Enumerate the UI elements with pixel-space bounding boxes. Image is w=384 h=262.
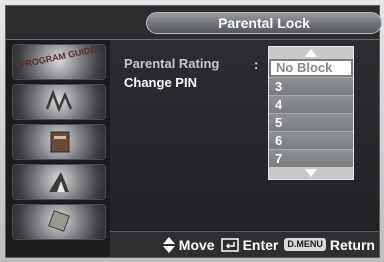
menu-item-parental-rating[interactable]: Parental Rating	[124, 56, 219, 71]
move-label: Move	[178, 236, 215, 253]
return-hint: D.MENU Return	[284, 237, 375, 253]
tv-osd-screen: Parental Lock PROGRAM GUIDE Parental Rat…	[0, 0, 384, 262]
return-label: Return	[329, 236, 375, 253]
chip-icon[interactable]	[12, 204, 106, 240]
enter-hint: Enter	[220, 236, 279, 253]
program-guide-icon[interactable]: PROGRAM GUIDE	[12, 44, 106, 80]
program-guide-tile-text: PROGRAM GUIDE	[19, 47, 97, 70]
rating-option-selected[interactable]: No Block	[269, 59, 353, 77]
picture-icon[interactable]	[12, 164, 106, 200]
rating-option[interactable]: 4	[269, 95, 353, 113]
page-title: Parental Lock	[146, 12, 382, 34]
enter-icon	[220, 237, 239, 252]
title-bar: Parental Lock	[6, 6, 382, 40]
osd-panel: Parental Lock PROGRAM GUIDE Parental Rat…	[5, 5, 382, 258]
scroll-up-icon[interactable]	[269, 47, 353, 59]
rating-option[interactable]: 5	[269, 113, 353, 131]
enter-label: Enter	[242, 236, 279, 253]
rating-option[interactable]: 7	[269, 149, 353, 167]
rating-dropdown[interactable]: No Block 3 4 5 6 7	[268, 46, 354, 180]
setup-icon[interactable]	[12, 124, 106, 160]
category-sidebar: PROGRAM GUIDE	[6, 40, 110, 257]
channel-icon[interactable]	[12, 84, 106, 120]
help-bar: Move Enter D.MENU Return	[110, 231, 379, 257]
dmenu-key-badge: D.MENU	[284, 238, 326, 251]
move-arrows-icon	[162, 236, 175, 253]
scroll-down-icon[interactable]	[269, 167, 353, 179]
move-hint: Move	[162, 236, 215, 253]
menu-item-change-pin[interactable]: Change PIN	[124, 75, 197, 90]
menu-content: Parental Rating : Change PIN No Block 3 …	[110, 40, 379, 257]
rating-option[interactable]: 6	[269, 131, 353, 149]
rating-option[interactable]: 3	[269, 77, 353, 95]
rating-separator: :	[254, 57, 259, 72]
